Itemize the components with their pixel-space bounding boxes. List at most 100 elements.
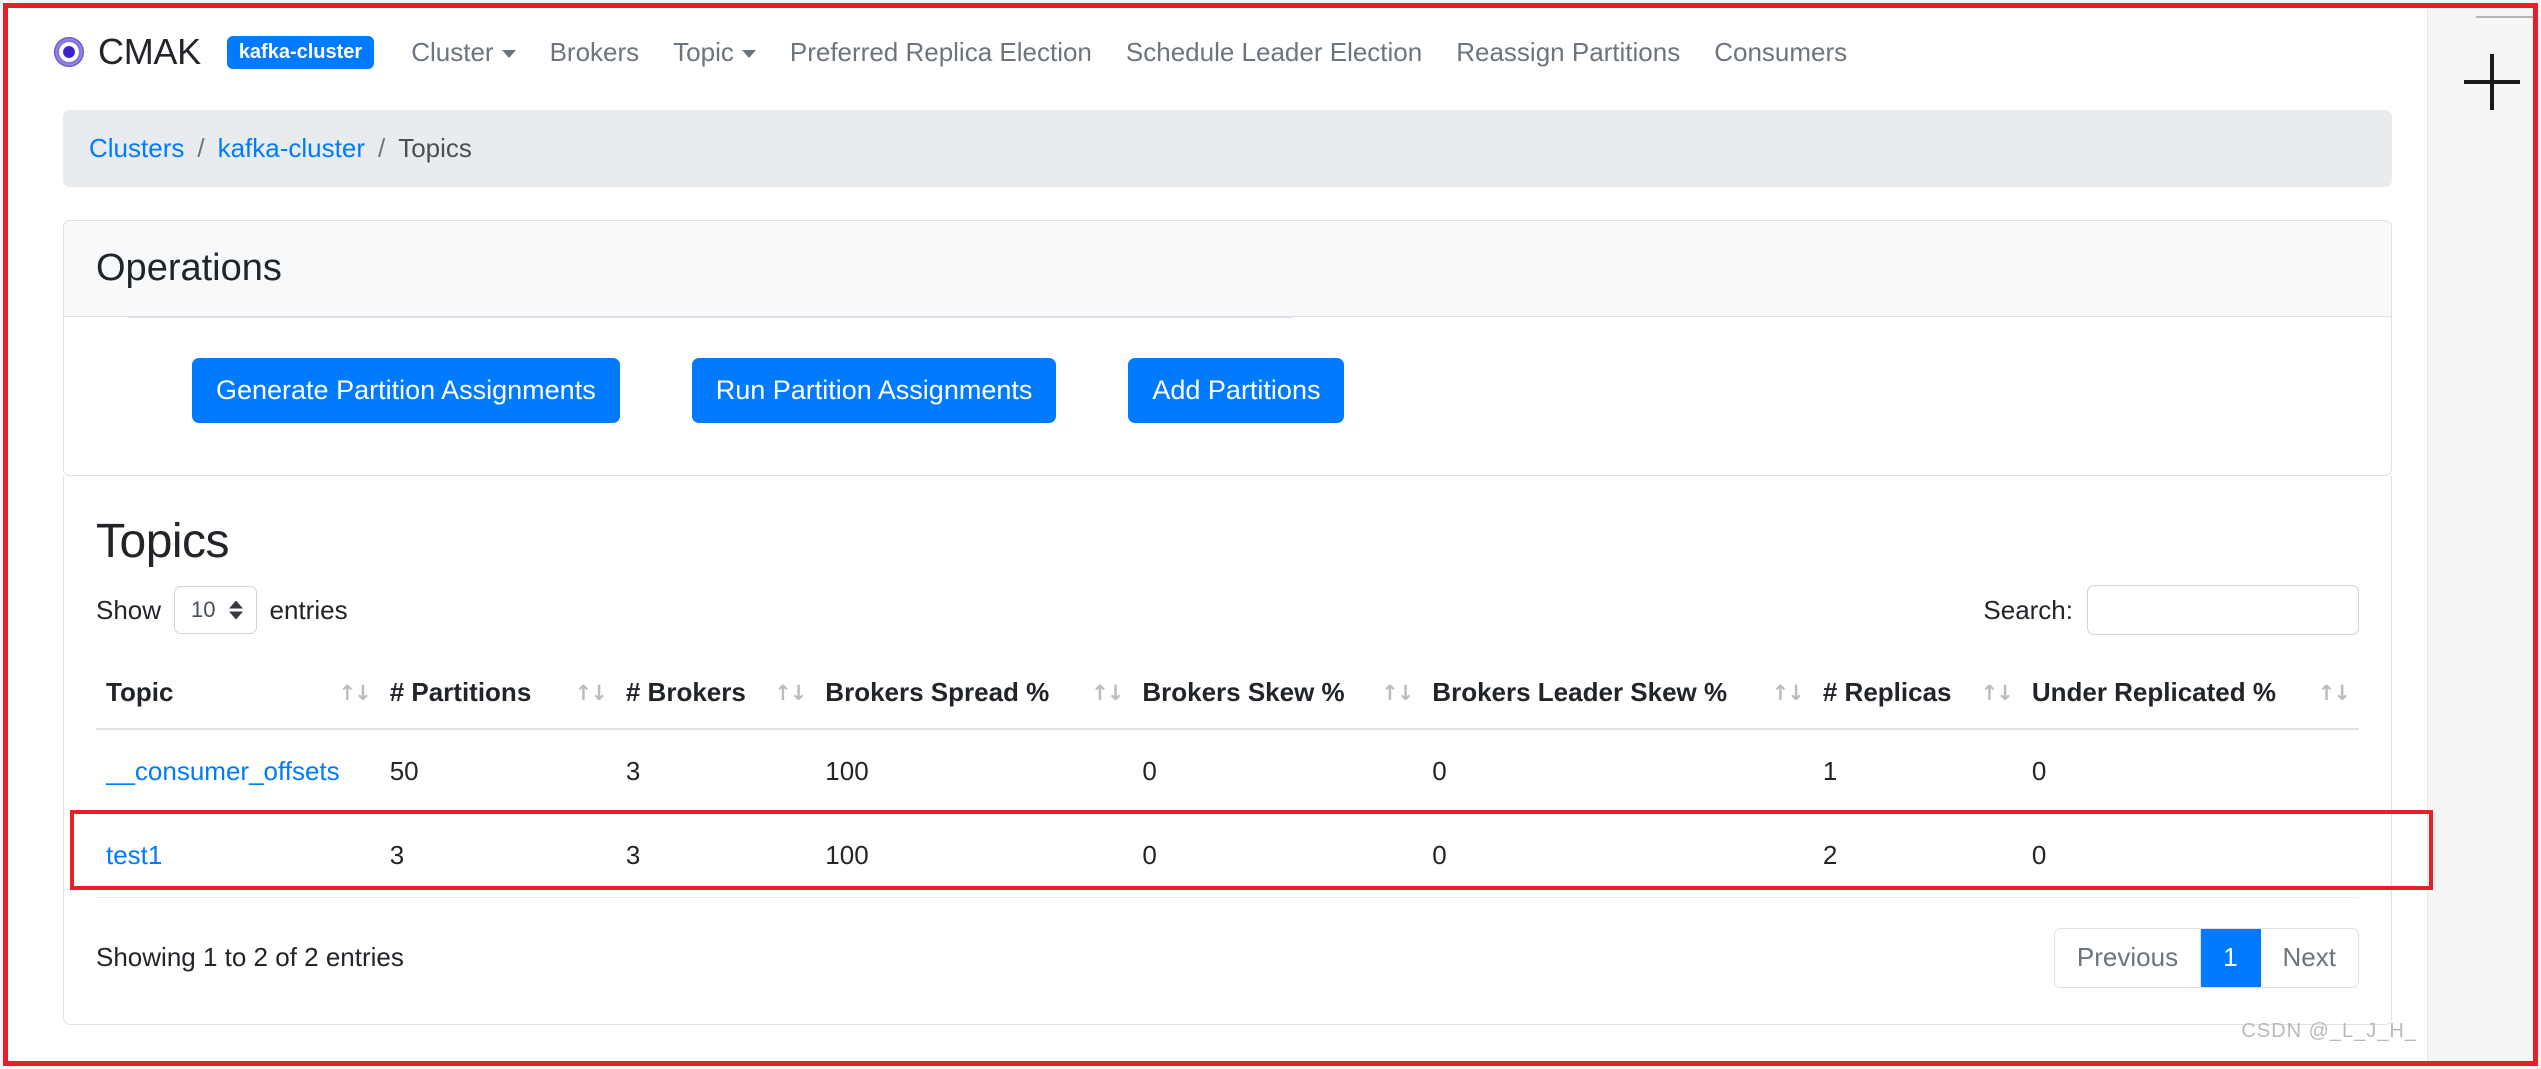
entries-length-control: Show 10 entries	[96, 586, 348, 635]
breadcrumb-item-topics: Topics	[398, 133, 472, 163]
sort-icon: ↑↓	[574, 680, 608, 705]
entries-per-page-value: 10	[191, 597, 216, 623]
nav-item-consumers[interactable]: Consumers	[1697, 37, 1864, 68]
nav-item-preferred-replica-election[interactable]: Preferred Replica Election	[773, 37, 1109, 68]
column-header-topic[interactable]: Topic ↑↓	[96, 661, 380, 731]
add-partitions-button[interactable]: Add Partitions	[1128, 358, 1345, 424]
pagination-next-button[interactable]: Next	[2260, 929, 2358, 987]
column-header-brokers-spread[interactable]: Brokers Spread % ↑↓	[815, 661, 1133, 731]
operations-title: Operations	[96, 247, 282, 289]
pagination-previous-button[interactable]: Previous	[2054, 929, 2202, 987]
cell-replicas: 2	[1812, 813, 2022, 899]
column-header-brokers-leader-skew-label: Brokers Leader Skew %	[1432, 677, 1728, 708]
nav-item-reassign-partitions-label: Reassign Partitions	[1456, 36, 1681, 67]
cell-topic: test1	[96, 813, 380, 899]
navbar: CMAK kafka-cluster Cluster Brokers Topic…	[6, 6, 2449, 98]
nav-item-cluster-label: Cluster	[411, 36, 494, 67]
sort-icon: ↑↓	[2317, 680, 2351, 705]
run-partition-assignments-button[interactable]: Run Partition Assignments	[691, 358, 1057, 424]
entries-per-page-select[interactable]: 10	[174, 586, 257, 635]
column-header-brokers-label: # Brokers	[625, 677, 746, 708]
topics-table: Topic ↑↓ # Partitions ↑↓ # Brokers ↑↓ Br…	[96, 661, 2359, 899]
sort-icon: ↑↓	[1091, 680, 1124, 705]
nav-item-preferred-replica-election-label: Preferred Replica Election	[789, 36, 1092, 67]
topics-card: Topics Show 10 entries Search: Topic ↑↓ …	[63, 476, 2392, 1025]
cell-brokers-leader-skew: 0	[1422, 813, 1813, 899]
browser-viewport: CMAK kafka-cluster Cluster Brokers Topic…	[6, 6, 2449, 1063]
breadcrumb-item-clusters[interactable]: Clusters	[89, 133, 184, 164]
column-header-partitions[interactable]: # Partitions ↑↓	[379, 661, 616, 731]
column-header-partitions-label: # Partitions	[389, 677, 532, 708]
brand-label: CMAK	[98, 31, 201, 72]
crosshair-cursor-icon	[2464, 54, 2520, 110]
cluster-badge[interactable]: kafka-cluster	[226, 35, 375, 69]
column-header-brokers[interactable]: # Brokers ↑↓	[615, 661, 816, 731]
chevron-down-icon	[741, 50, 756, 58]
column-header-under-replicated-label: Under Replicated %	[2031, 677, 2276, 708]
nav-item-schedule-leader-election[interactable]: Schedule Leader Election	[1109, 37, 1439, 68]
topics-title: Topics	[96, 515, 230, 569]
cmak-logo-icon	[54, 37, 84, 67]
column-header-brokers-skew[interactable]: Brokers Skew % ↑↓	[1132, 661, 1423, 731]
pagination-page-1-button[interactable]: 1	[2201, 929, 2261, 987]
breadcrumb: Clusters / kafka-cluster / Topics	[63, 110, 2392, 187]
cell-brokers-skew: 0	[1132, 729, 1423, 815]
nav-item-schedule-leader-election-label: Schedule Leader Election	[1125, 36, 1423, 67]
table-footer: Showing 1 to 2 of 2 entries Previous 1 N…	[96, 926, 2359, 988]
column-header-topic-label: Topic	[106, 677, 174, 708]
generate-partition-assignments-button[interactable]: Generate Partition Assignments	[192, 358, 620, 424]
column-header-replicas-label: # Replicas	[1822, 677, 1952, 708]
search-filter: Search:	[1983, 585, 2359, 636]
cell-brokers: 3	[615, 729, 816, 815]
column-header-replicas[interactable]: # Replicas ↑↓	[1812, 661, 2022, 731]
cell-partitions: 3	[379, 813, 616, 899]
column-header-under-replicated[interactable]: Under Replicated % ↑↓	[2021, 661, 2359, 731]
table-row: __consumer_offsets 50 3 100 0 0 1 0	[96, 729, 2359, 815]
cell-under-replicated: 0	[2021, 813, 2359, 899]
nav-item-topic[interactable]: Topic	[656, 37, 773, 68]
watermark: CSDN @_L_J_H_	[2241, 1020, 2417, 1042]
column-header-brokers-spread-label: Brokers Spread %	[825, 677, 1050, 708]
cell-partitions: 50	[379, 729, 616, 815]
cell-topic: __consumer_offsets	[96, 729, 380, 815]
nav-item-brokers[interactable]: Brokers	[533, 37, 657, 68]
table-controls: Show 10 entries Search:	[96, 585, 2359, 636]
cell-brokers-spread: 100	[815, 729, 1133, 815]
breadcrumb-separator: /	[377, 133, 386, 163]
pagination: Previous 1 Next	[2053, 928, 2359, 988]
column-header-brokers-leader-skew[interactable]: Brokers Leader Skew % ↑↓	[1422, 661, 1813, 731]
cell-under-replicated: 0	[2021, 729, 2359, 815]
topics-table-body: __consumer_offsets 50 3 100 0 0 1 0 test…	[96, 729, 2359, 899]
nav-item-brokers-label: Brokers	[549, 36, 640, 67]
cell-brokers-spread: 100	[815, 813, 1133, 899]
sort-icon: ↑↓	[774, 680, 807, 705]
brand[interactable]: CMAK	[54, 31, 201, 73]
sort-icon: ↑↓	[1381, 680, 1414, 705]
sort-icon: ↑↓	[1980, 680, 2014, 705]
search-label: Search:	[1983, 594, 2073, 625]
sort-icon: ↑↓	[1771, 680, 1805, 705]
breadcrumb-separator: /	[197, 133, 205, 163]
select-stepper-icon	[228, 600, 243, 620]
operations-button-row: Generate Partition Assignments Run Parti…	[96, 318, 2359, 424]
cell-brokers: 3	[615, 813, 816, 899]
topics-table-head: Topic ↑↓ # Partitions ↑↓ # Brokers ↑↓ Br…	[96, 661, 2359, 731]
operations-card: Operations Generate Partition Assignment…	[63, 220, 2392, 477]
topic-link[interactable]: test1	[106, 840, 162, 870]
right-gutter	[2427, 6, 2535, 1063]
operations-card-header: Operations	[64, 221, 2391, 317]
entries-info: Showing 1 to 2 of 2 entries	[96, 942, 404, 973]
entries-label: entries	[269, 594, 348, 625]
nav-item-topic-label: Topic	[673, 36, 734, 67]
breadcrumb-item-kafka-cluster[interactable]: kafka-cluster	[218, 133, 365, 164]
nav-item-cluster[interactable]: Cluster	[394, 37, 532, 68]
show-label: Show	[96, 594, 162, 625]
nav-items: Cluster Brokers Topic Preferred Replica …	[394, 37, 1864, 68]
cell-brokers-skew: 0	[1132, 813, 1423, 899]
sort-icon: ↑↓	[338, 680, 371, 705]
breadcrumb-wrap: Clusters / kafka-cluster / Topics	[63, 110, 2392, 187]
table-header-row: Topic ↑↓ # Partitions ↑↓ # Brokers ↑↓ Br…	[96, 661, 2359, 731]
search-input[interactable]	[2087, 585, 2359, 636]
nav-item-reassign-partitions[interactable]: Reassign Partitions	[1439, 37, 1697, 68]
topic-link[interactable]: __consumer_offsets	[106, 756, 340, 786]
